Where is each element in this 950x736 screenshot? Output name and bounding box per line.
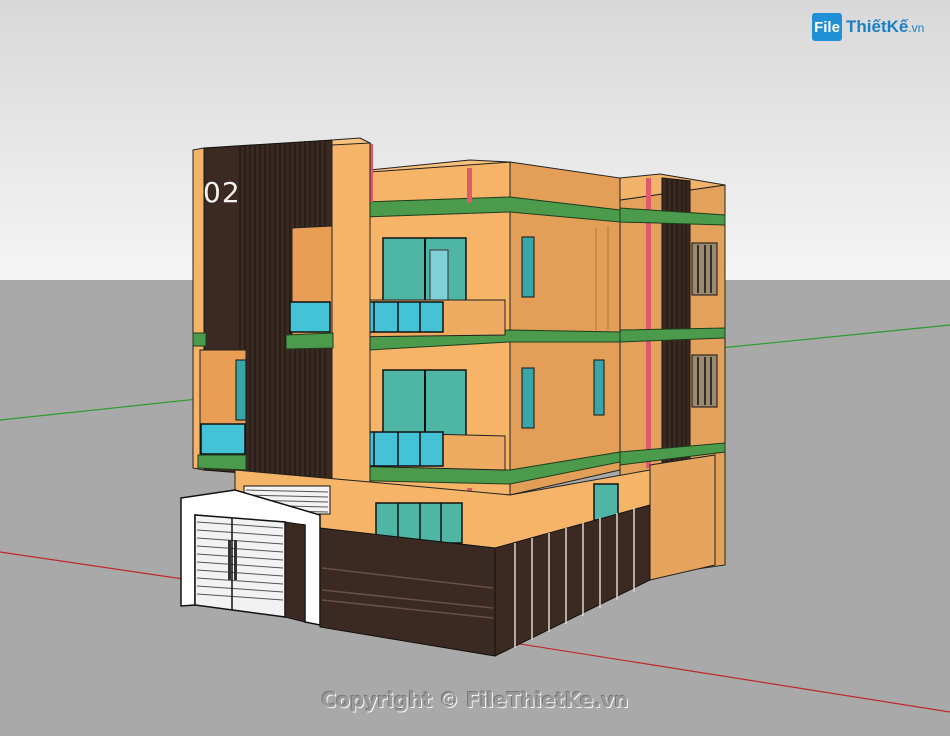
- side-window-3: [593, 359, 605, 416]
- house-number: 02: [203, 176, 241, 209]
- logo-mark: File: [812, 13, 842, 41]
- left-balcony-lower: [200, 423, 246, 455]
- logo-name: ThiếtKế: [846, 17, 909, 36]
- left-band-upper: [285, 332, 334, 350]
- left-window-lower: [235, 359, 247, 421]
- model-viewport: 02 File ThiếtKế.vn Copyright © FileThiet…: [0, 0, 950, 736]
- left-band-lower: [197, 454, 247, 471]
- side-window-2: [521, 367, 535, 429]
- copyright-watermark: Copyright © FileThietKe.vn: [321, 688, 629, 712]
- left-orange-pillar: [331, 139, 371, 486]
- logo-tld: .vn: [908, 21, 925, 35]
- right-ground-wall: [649, 454, 716, 581]
- side-window-1: [521, 236, 535, 298]
- pink-strip-mid: [467, 168, 472, 203]
- logo-text: ThiếtKế.vn: [846, 17, 924, 37]
- left-balcony-upper: [289, 301, 331, 333]
- building-render: [0, 0, 950, 736]
- site-logo: File ThiếtKế.vn: [812, 12, 924, 42]
- gate-door: [194, 514, 286, 618]
- gate-dark-pillar: [284, 521, 306, 623]
